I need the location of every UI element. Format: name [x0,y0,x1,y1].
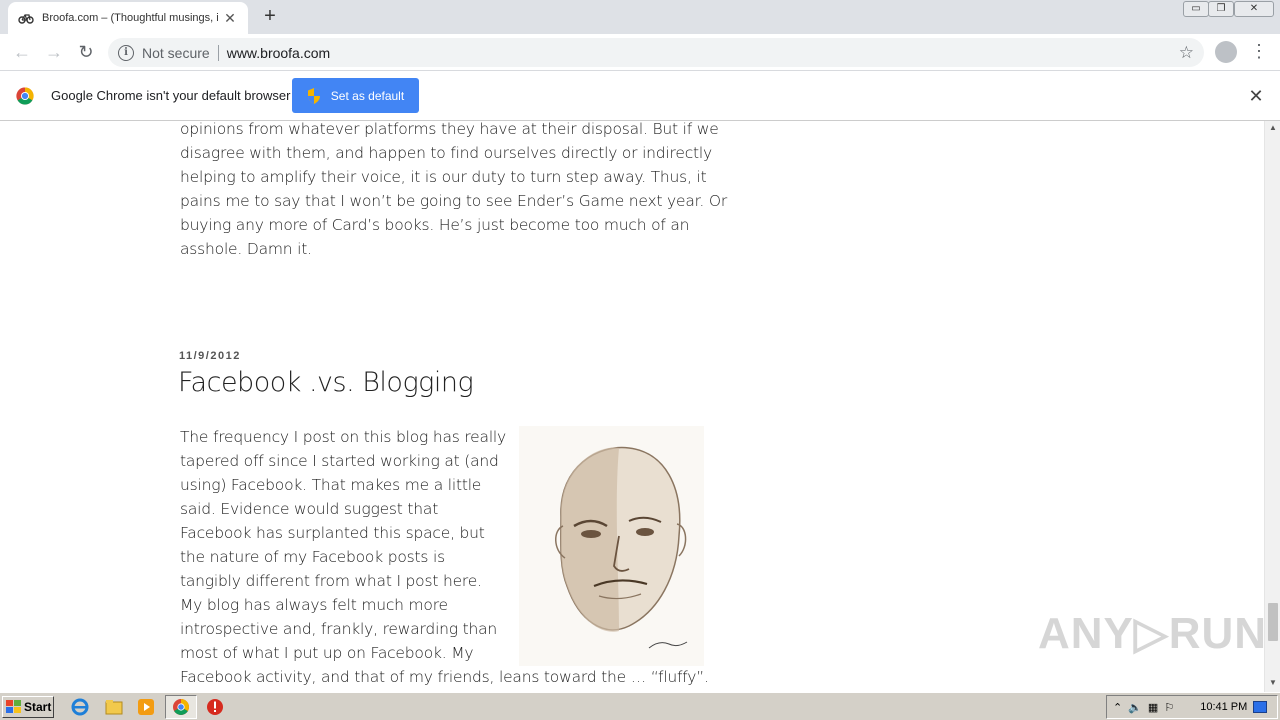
network-icon[interactable]: ▦ [1148,701,1158,714]
show-desktop-icon[interactable] [1253,701,1268,713]
minimize-button[interactable]: ▭ [1183,1,1209,17]
paragraph-line: buying any more of Card’s books. He’s ju… [180,216,690,234]
clock[interactable]: 10:41 PM [1200,701,1247,713]
vertical-scrollbar[interactable]: ▲ ▼ [1264,121,1280,692]
forward-button[interactable]: → [42,41,66,65]
set-as-default-label: Set as default [330,88,405,103]
url-text[interactable]: www.broofa.com [227,45,330,61]
browser-toolbar: ← → ↻ i Not secure www.broofa.com ☆ [0,34,1280,71]
scroll-up-icon[interactable]: ▲ [1265,123,1280,135]
shield-icon [307,87,320,104]
bookmark-star-icon[interactable]: ☆ [1179,43,1194,63]
tab-strip: Broofa.com – (Thoughtful musings, i ✕ + … [0,0,1280,34]
file-explorer-icon[interactable] [104,697,124,717]
restore-button[interactable]: ❐ [1208,1,1234,17]
infobar-message: Google Chrome isn't your default browser [51,88,291,103]
post-title[interactable]: Facebook .vs. Blogging [178,367,474,398]
omnibox-divider [217,44,219,61]
taskbar-chrome-button[interactable] [165,695,197,719]
chrome-icon [173,699,189,715]
paragraph-line: pains me to say that I won’t be going to… [180,192,728,210]
back-button[interactable]: ← [10,41,34,65]
bicycle-icon [18,14,34,24]
tab-title: Broofa.com – (Thoughtful musings, i [42,12,219,24]
default-browser-infobar: Google Chrome isn't your default browser… [0,71,1280,121]
address-bar[interactable]: i Not secure www.broofa.com ☆ [108,38,1204,67]
stop-icon[interactable] [205,697,225,717]
paragraph-line: opinions from whatever platforms they ha… [180,121,719,138]
system-tray: ⌃ 🔈 ▦ ⚐ 10:41 PM [1106,695,1278,719]
page-content: opinions from whatever platforms they ha… [0,121,1264,692]
reload-button[interactable]: ↻ [74,41,98,65]
flag-icon[interactable]: ⚐ [1164,701,1174,714]
chrome-menu-icon[interactable]: ⋮ [1250,40,1268,64]
window-close-button[interactable]: ✕ [1234,1,1274,17]
windows-taskbar: Start ⌃ 🔈 ▦ ⚐ 10:41 PM [0,692,1280,720]
tab-close-icon[interactable]: ✕ [222,10,238,26]
infobar-close-icon[interactable]: ✕ [1246,86,1266,106]
post-date[interactable]: 11/9/2012 [179,350,241,362]
volume-icon[interactable]: 🔈 [1128,701,1142,714]
windows-logo-icon [6,700,21,713]
new-tab-button[interactable]: + [258,5,282,29]
start-label: Start [24,700,52,714]
profile-avatar-icon[interactable] [1215,41,1237,63]
security-label: Not secure [142,44,210,61]
media-player-icon[interactable] [136,697,156,717]
scrollbar-thumb[interactable] [1268,603,1278,641]
scroll-down-icon[interactable]: ▼ [1265,678,1280,690]
browser-tab[interactable]: Broofa.com – (Thoughtful musings, i ✕ [8,2,248,34]
previous-post-paragraph: opinions from whatever platforms they ha… [180,121,727,261]
paragraph-line: asshole. Damn it. [180,240,312,258]
internet-explorer-icon[interactable] [70,697,90,717]
info-icon[interactable]: i [118,44,134,61]
anyrun-watermark: ANY▷RUN [1038,609,1268,658]
set-as-default-button[interactable]: Set as default [292,78,419,113]
paragraph-line: Facebook activity, and that of my friend… [180,668,709,686]
start-button[interactable]: Start [2,696,54,718]
tray-expand-icon[interactable]: ⌃ [1113,701,1122,714]
chrome-logo-icon [16,87,34,105]
paragraph-line: disagree with them, and happen to find o… [180,144,713,162]
paragraph-line: helping to amplify their voice, it is ou… [180,168,707,186]
face-sketch-image [519,426,704,666]
